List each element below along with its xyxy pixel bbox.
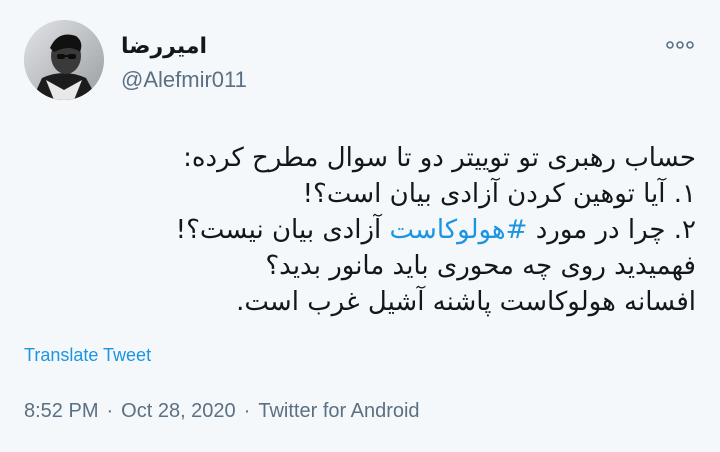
avatar-photo <box>24 20 104 100</box>
tweet-metadata: 8:52 PM · Oct 28, 2020 · Twitter for Android <box>24 398 420 424</box>
tweet-time[interactable]: 8:52 PM <box>24 400 98 422</box>
username[interactable]: @Alefmir011 <box>121 66 247 94</box>
tweet-line: فهمیدید روی چه محوری باید مانور بدید؟ <box>265 251 696 281</box>
tweet-card: امیررضا @Alefmir011 حساب رهبری تو توییتر… <box>0 0 720 452</box>
tweet-date[interactable]: Oct 28, 2020 <box>121 400 236 422</box>
translate-tweet-link[interactable]: Translate Tweet <box>24 343 151 367</box>
meta-separator: · <box>106 400 114 422</box>
tweet-line-part: آزادی بیان نیست؟! <box>175 215 382 245</box>
tweet-source-link[interactable]: Twitter for Android <box>258 400 419 422</box>
tweet-line: ۱. آیا توهین کردن آزادی بیان است؟! <box>302 179 696 209</box>
meta-separator: · <box>243 400 251 422</box>
tweet-line: افسانه هولوکاست پاشنه آشیل غرب است. <box>236 287 696 317</box>
tweet-line: حساب رهبری تو توییتر دو تا سوال مطرح کرد… <box>183 143 696 173</box>
hashtag-link[interactable]: #هولوکاست <box>390 215 528 245</box>
more-options-button[interactable] <box>662 30 698 60</box>
display-name[interactable]: امیررضا <box>121 31 207 61</box>
tweet-text: حساب رهبری تو توییتر دو تا سوال مطرح کرد… <box>36 140 696 320</box>
tweet-line-part: ۲. چرا در مورد <box>535 215 696 245</box>
more-horizontal-icon <box>666 41 694 49</box>
avatar[interactable] <box>24 20 104 100</box>
tweet-line: ۲. چرا در مورد #هولوکاست آزادی بیان نیست… <box>36 212 696 248</box>
